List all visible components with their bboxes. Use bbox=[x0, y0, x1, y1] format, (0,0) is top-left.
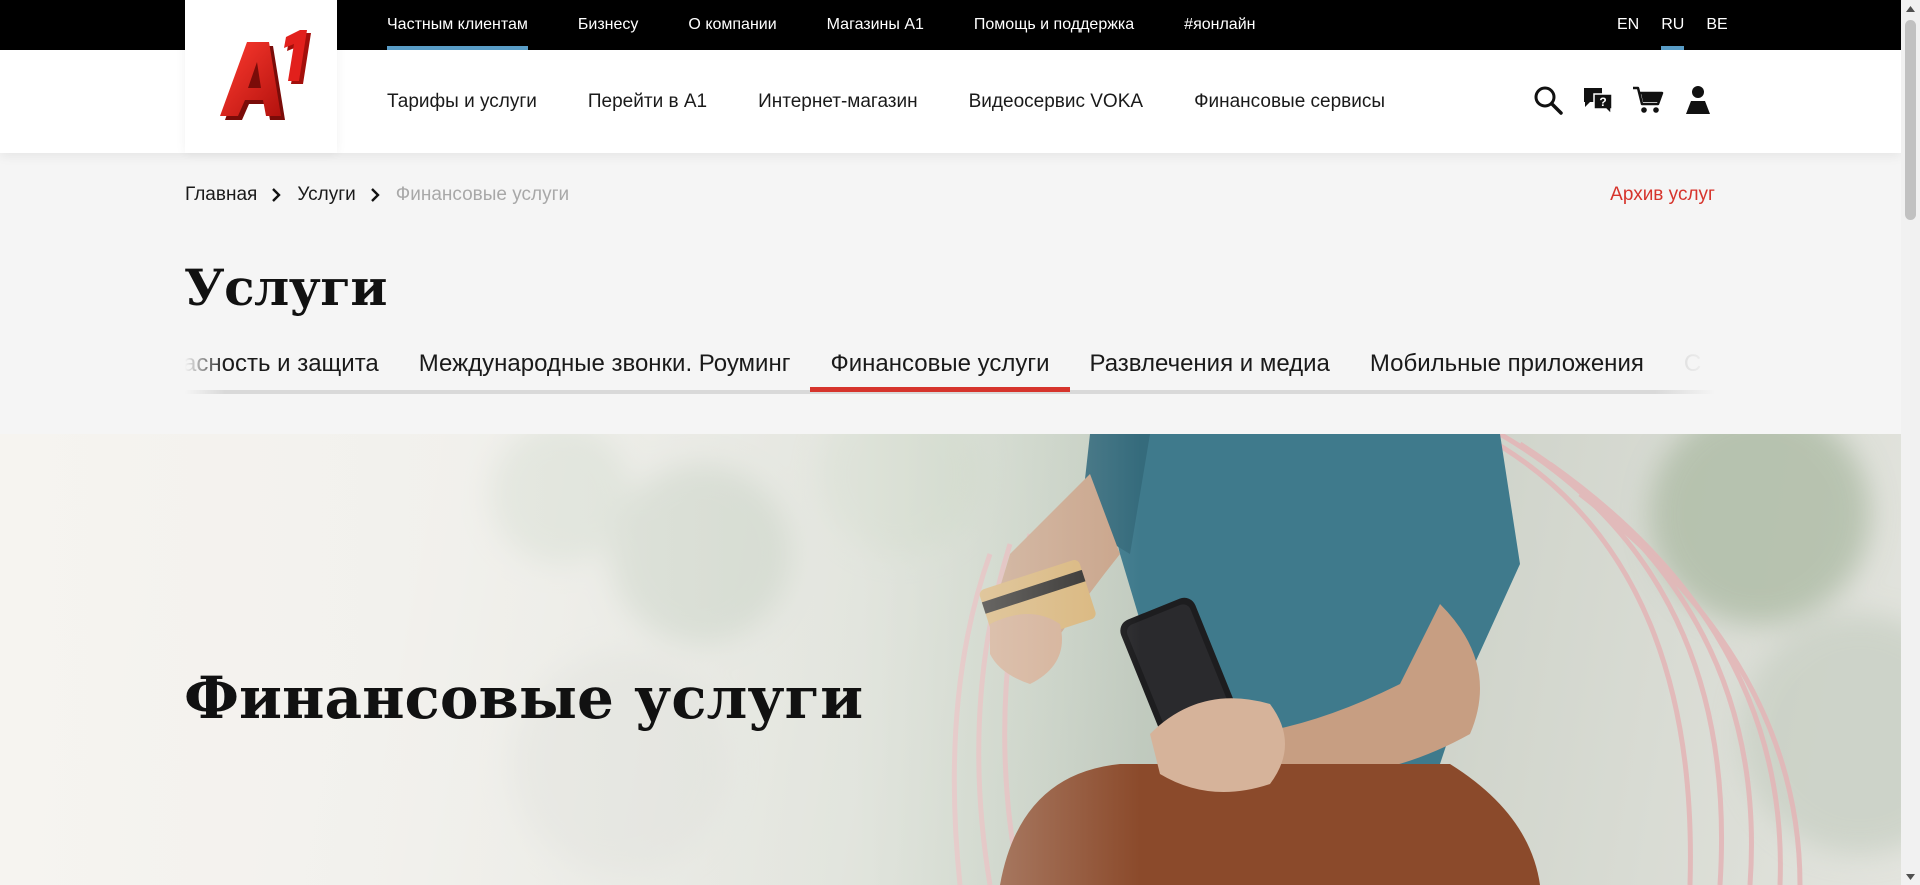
language-switcher: EN RU BE bbox=[1617, 0, 1750, 50]
archive-link[interactable]: Архив услуг bbox=[1610, 184, 1715, 206]
a1-logo-icon: A1 bbox=[220, 30, 311, 120]
scrollbar-thumb[interactable] bbox=[1905, 20, 1916, 220]
lang-en[interactable]: EN bbox=[1617, 0, 1639, 50]
tab-international-roaming[interactable]: Международные звонки. Роуминг bbox=[399, 340, 811, 392]
breadcrumb: Главная Услуги Финансовые услуги bbox=[185, 184, 569, 206]
top-nav-item-online[interactable]: #яонлайн bbox=[1184, 0, 1255, 50]
logo[interactable]: A1 bbox=[185, 0, 337, 153]
main-nav-item-go-a1[interactable]: Перейти в А1 bbox=[588, 91, 707, 113]
breadcrumb-current: Финансовые услуги bbox=[395, 184, 570, 205]
main-nav-item-finance[interactable]: Финансовые сервисы bbox=[1194, 91, 1385, 113]
main-nav-item-shop[interactable]: Интернет-магазин bbox=[758, 91, 918, 113]
breadcrumb-home[interactable]: Главная bbox=[185, 184, 257, 206]
lang-ru[interactable]: RU bbox=[1661, 0, 1685, 50]
help-chat-button[interactable]: ? bbox=[1580, 80, 1616, 120]
tab-next-partial[interactable]: С bbox=[1664, 340, 1715, 392]
category-tabs: асность и защита Международные звонки. Р… bbox=[185, 340, 1715, 396]
top-nav-item-business[interactable]: Бизнесу bbox=[578, 0, 639, 50]
tab-security[interactable]: асность и защита bbox=[185, 340, 399, 392]
help-chat-icon: ? bbox=[1584, 88, 1613, 116]
hero-banner: Финансовые услуги bbox=[0, 434, 1901, 885]
scroll-up-arrow-icon[interactable] bbox=[1901, 0, 1920, 17]
chevron-right-icon bbox=[271, 188, 283, 202]
hero-title: Финансовые услуги bbox=[184, 664, 864, 732]
svg-text:?: ? bbox=[1599, 95, 1606, 109]
main-nav-item-voka[interactable]: Видеосервис VOKA bbox=[969, 91, 1143, 113]
top-nav-item-about[interactable]: О компании bbox=[688, 0, 776, 50]
main-nav-item-tariffs[interactable]: Тарифы и услуги bbox=[387, 91, 537, 113]
tab-financial-services[interactable]: Финансовые услуги bbox=[810, 340, 1070, 392]
header-actions: ? bbox=[1530, 80, 1730, 120]
top-nav-item-help[interactable]: Помощь и поддержка bbox=[974, 0, 1134, 50]
tab-mobile-apps[interactable]: Мобильные приложения bbox=[1350, 340, 1664, 392]
scroll-down-arrow-icon[interactable] bbox=[1901, 868, 1920, 885]
hero-photo-illustration bbox=[0, 434, 1901, 885]
lang-be[interactable]: BE bbox=[1706, 0, 1727, 50]
user-icon bbox=[1686, 86, 1710, 114]
top-nav: Частным клиентам Бизнесу О компании Мага… bbox=[387, 0, 1305, 50]
page-title: Услуги bbox=[184, 258, 388, 317]
search-icon bbox=[1534, 86, 1563, 115]
account-button[interactable] bbox=[1680, 80, 1716, 120]
search-button[interactable] bbox=[1530, 80, 1566, 120]
breadcrumb-services[interactable]: Услуги bbox=[297, 184, 355, 206]
main-nav: Тарифы и услуги Перейти в А1 Интернет-ма… bbox=[387, 50, 1436, 153]
cart-button[interactable] bbox=[1630, 80, 1666, 120]
page-scrollbar[interactable] bbox=[1901, 0, 1920, 885]
top-nav-item-private[interactable]: Частным клиентам bbox=[387, 0, 528, 50]
chevron-right-icon bbox=[370, 188, 382, 202]
cart-icon bbox=[1633, 86, 1664, 113]
tab-entertainment-media[interactable]: Развлечения и медиа bbox=[1070, 340, 1350, 392]
top-nav-item-stores[interactable]: Магазины А1 bbox=[827, 0, 924, 50]
